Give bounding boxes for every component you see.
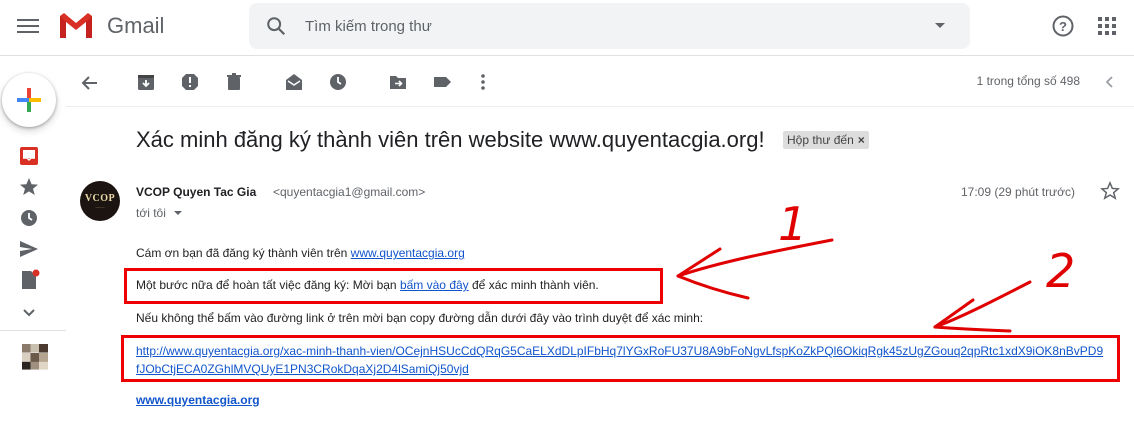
arrow-1-head-lower bbox=[676, 274, 750, 300]
arrow-2-shaft bbox=[933, 280, 1032, 329]
annotation-mark-2: 2 bbox=[1046, 244, 1075, 298]
arrow-1-shaft bbox=[676, 238, 834, 278]
arrow-1-head-upper bbox=[676, 247, 722, 278]
annotation-mark-1: 1 bbox=[778, 197, 807, 251]
annotation-overlay: 1 2 bbox=[676, 197, 1075, 333]
arrow-2-head-lower bbox=[933, 325, 1012, 333]
